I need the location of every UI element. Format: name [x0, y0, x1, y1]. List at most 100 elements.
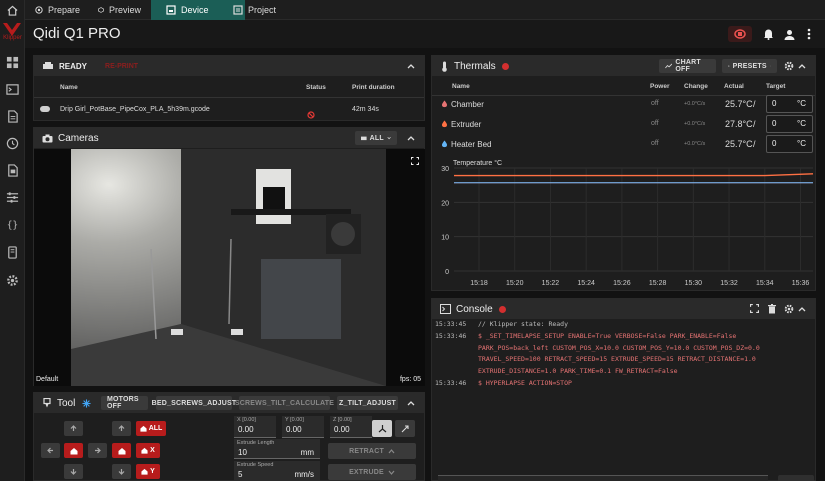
- console-clear-button[interactable]: [768, 304, 776, 317]
- jog-z-plus-button[interactable]: [112, 421, 131, 436]
- jog-y-minus-button[interactable]: [64, 464, 83, 479]
- extruder-name[interactable]: Extruder: [451, 120, 481, 129]
- heater-bed-name[interactable]: Heater Bed: [451, 140, 491, 149]
- status-duration: 42m 34s: [352, 106, 379, 113]
- thermals-title: Thermals: [454, 60, 496, 72]
- extrude-speed-field[interactable]: Extrude Speed 5 mm/s: [234, 461, 320, 481]
- home-icon: [118, 447, 125, 454]
- arrow-left-icon: [47, 447, 53, 454]
- bed-screws-adjust-button[interactable]: BED_SCREWS_ADJUST: [152, 396, 236, 410]
- collapse-thermals-button[interactable]: [797, 61, 807, 71]
- tool-panel: Tool MOTORS OFF BED_SCREWS_ADJUST SCREWS…: [33, 392, 425, 481]
- settings-icon[interactable]: [5, 273, 20, 288]
- tab-prepare[interactable]: Prepare: [25, 0, 90, 20]
- jobs-icon[interactable]: [5, 163, 20, 178]
- home-x-button[interactable]: X: [136, 443, 160, 458]
- move-mode-button[interactable]: [372, 420, 392, 437]
- macros-icon[interactable]: {}: [5, 217, 20, 232]
- y-position-field[interactable]: Y [0.00] 0.00: [282, 416, 324, 438]
- files-icon[interactable]: [5, 109, 20, 124]
- console-panel-header: Console: [432, 299, 815, 319]
- console-icon[interactable]: [5, 82, 20, 97]
- home-y-button[interactable]: Y: [136, 464, 160, 479]
- extruder-heater-icon: [441, 120, 448, 128]
- status-panel-header: READY RE-PRINT: [34, 56, 424, 76]
- user-button[interactable]: [781, 26, 797, 42]
- device-settings-icon[interactable]: [5, 245, 20, 260]
- status-file-name[interactable]: Drip Girl_PotBase_PipeCox_PLA_5h39m.gcod…: [60, 106, 210, 113]
- camera-fps: fps: 05: [399, 376, 421, 383]
- console-fullscreen-button[interactable]: [750, 304, 759, 316]
- status-divider: [34, 97, 424, 98]
- arrow-right-icon: [95, 447, 101, 454]
- fullscreen-icon: [750, 304, 759, 313]
- jog-x-minus-button[interactable]: [41, 443, 60, 458]
- console-send-button[interactable]: [778, 475, 814, 481]
- heater-bed-target-input[interactable]: 0 °C: [766, 135, 813, 153]
- collapse-console-button[interactable]: [797, 304, 807, 314]
- extrude-button[interactable]: EXTRUDE: [328, 464, 416, 480]
- x-position-field[interactable]: X [0.00] 0.00: [234, 416, 276, 438]
- console-title: Console: [456, 303, 493, 315]
- chamber-target-input[interactable]: 0 °C: [766, 95, 813, 113]
- extrude-label: EXTRUDE: [349, 468, 384, 476]
- gcode-thumbnail-icon: [40, 106, 50, 112]
- motors-off-button[interactable]: MOTORS OFF: [101, 396, 148, 410]
- arrow-down-icon: [70, 469, 77, 475]
- fullscreen-camera-button[interactable]: [411, 152, 419, 170]
- more-menu-button[interactable]: [803, 26, 815, 42]
- home-z-button[interactable]: [112, 443, 131, 458]
- home-xy-button[interactable]: [64, 443, 83, 458]
- z-tilt-adjust-button[interactable]: Z_TILT_ADJUST: [337, 396, 398, 410]
- console-timestamp: 15:33:45: [435, 320, 467, 328]
- tab-preview[interactable]: Preview: [88, 0, 151, 20]
- extrude-length-field[interactable]: Extrude Length 10 mm: [234, 439, 320, 459]
- camera-filter-button[interactable]: ALL: [355, 131, 397, 145]
- expand-move-button[interactable]: [395, 420, 415, 437]
- home-icon: [7, 5, 17, 16]
- temperature-chart[interactable]: 30 20 10 0 15:18 15:20 15:22 15:24 15:26 15:28 15:…: [431, 166, 816, 290]
- prepare-icon: [35, 6, 43, 14]
- console-settings-button[interactable]: [784, 304, 794, 317]
- console-icon: [440, 304, 451, 314]
- collapse-cameras-button[interactable]: [406, 133, 416, 143]
- dashboard-icon[interactable]: [5, 55, 20, 70]
- history-icon[interactable]: [5, 136, 20, 151]
- console-line: PARK_POS=back_left CUSTOM_POS_X=10.0 CUS…: [478, 343, 760, 352]
- extruder-actual: 27.8°C: [725, 119, 753, 129]
- camera-feed[interactable]: Default fps: 05: [34, 149, 425, 386]
- chart-off-button[interactable]: CHART OFF: [659, 59, 716, 73]
- tune-icon[interactable]: [5, 190, 20, 205]
- presets-button[interactable]: PRESETS: [722, 59, 777, 73]
- notifications-button[interactable]: [760, 26, 776, 42]
- jog-y-plus-button[interactable]: [64, 421, 83, 436]
- tool-panel-header: Tool MOTORS OFF BED_SCREWS_ADJUST SCREWS…: [34, 393, 424, 413]
- chart-xtick-label: 15:22: [542, 280, 560, 287]
- project-icon: [233, 5, 243, 15]
- tab-project[interactable]: Project: [223, 0, 293, 20]
- reprint-button[interactable]: RE-PRINT: [105, 63, 138, 70]
- svg-text:{}: {}: [7, 220, 18, 231]
- console-command-input[interactable]: [438, 475, 768, 481]
- console-timestamp: 15:33:46: [435, 379, 467, 387]
- z-position-field[interactable]: Z [0.00] 0.00: [330, 416, 372, 438]
- chart-ytick-label: 20: [441, 200, 449, 207]
- heater-bed-power: off: [651, 140, 659, 147]
- screws-tilt-calculate-button[interactable]: SCREWS_TILT_CALCULATE: [235, 396, 334, 410]
- extruder-change: +0.0°C/s: [684, 121, 706, 127]
- chamber-name[interactable]: Chamber: [451, 100, 484, 109]
- extruder-target-input[interactable]: 0 °C: [766, 115, 813, 133]
- collapse-status-button[interactable]: [406, 61, 416, 71]
- thermals-settings-button[interactable]: [784, 61, 794, 74]
- jog-z-minus-button[interactable]: [112, 464, 131, 479]
- heater-bed-icon: [441, 140, 448, 148]
- collapse-tool-button[interactable]: [406, 398, 416, 408]
- retract-button[interactable]: RETRACT: [328, 443, 416, 459]
- camera-filter-label: ALL: [369, 134, 384, 142]
- camera-small-icon: [361, 136, 367, 141]
- home-all-button[interactable]: ALL: [136, 421, 166, 436]
- cameras-title: Cameras: [58, 132, 99, 144]
- emergency-stop-button[interactable]: [728, 26, 752, 42]
- jog-x-plus-button[interactable]: [88, 443, 107, 458]
- home-button[interactable]: [0, 0, 25, 20]
